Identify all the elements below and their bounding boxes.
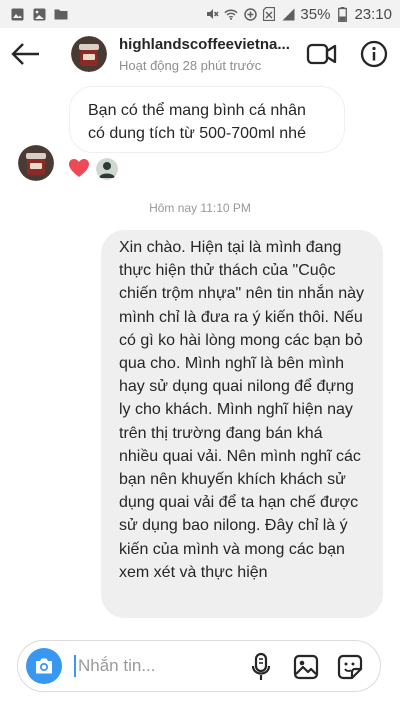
- sticker-icon[interactable]: [337, 654, 363, 680]
- folder-icon: [54, 7, 68, 21]
- status-time: 23:10: [354, 5, 392, 23]
- outgoing-message-bubble[interactable]: Xin chào. Hiện tại là mình đang thực hiệ…: [101, 230, 383, 618]
- battery-icon: [335, 6, 349, 22]
- heart-reaction-icon[interactable]: [68, 158, 90, 178]
- battery-percent: 35%: [300, 5, 331, 23]
- outgoing-message-text: Xin chào. Hiện tại là mình đang thực hiệ…: [119, 239, 364, 581]
- incoming-message-text: Bạn có thể mang bình cá nhân có dung tíc…: [88, 102, 306, 142]
- back-arrow-icon[interactable]: [10, 40, 42, 68]
- microphone-icon[interactable]: [251, 652, 271, 682]
- text-cursor: [74, 655, 76, 677]
- chat-username[interactable]: highlandscoffeevietna...: [119, 36, 290, 53]
- message-timestamp: Hôm nay 11:10 PM: [149, 201, 251, 215]
- gallery-icon: [32, 7, 46, 21]
- no-sim-icon: [262, 7, 276, 21]
- gallery-icon[interactable]: [293, 654, 319, 680]
- data-saver-icon: [243, 7, 257, 21]
- avatar[interactable]: [71, 36, 107, 72]
- signal-icon: [281, 7, 295, 21]
- reactor-avatar[interactable]: [96, 158, 118, 180]
- image-icon: [10, 7, 24, 21]
- sender-avatar[interactable]: [18, 145, 54, 181]
- chat-header: highlandscoffeevietna... Hoạt động 28 ph…: [0, 28, 400, 80]
- status-bar: 35% 23:10: [0, 0, 400, 28]
- incoming-message-bubble[interactable]: Bạn có thể mang bình cá nhân có dung tíc…: [69, 86, 345, 153]
- camera-icon[interactable]: [26, 648, 62, 684]
- activity-status: Hoạt động 28 phút trước: [119, 58, 262, 73]
- wifi-icon: [224, 7, 239, 21]
- message-input[interactable]: [78, 652, 228, 680]
- info-icon[interactable]: [360, 40, 388, 68]
- video-call-icon[interactable]: [306, 41, 338, 67]
- mute-icon: [205, 7, 219, 21]
